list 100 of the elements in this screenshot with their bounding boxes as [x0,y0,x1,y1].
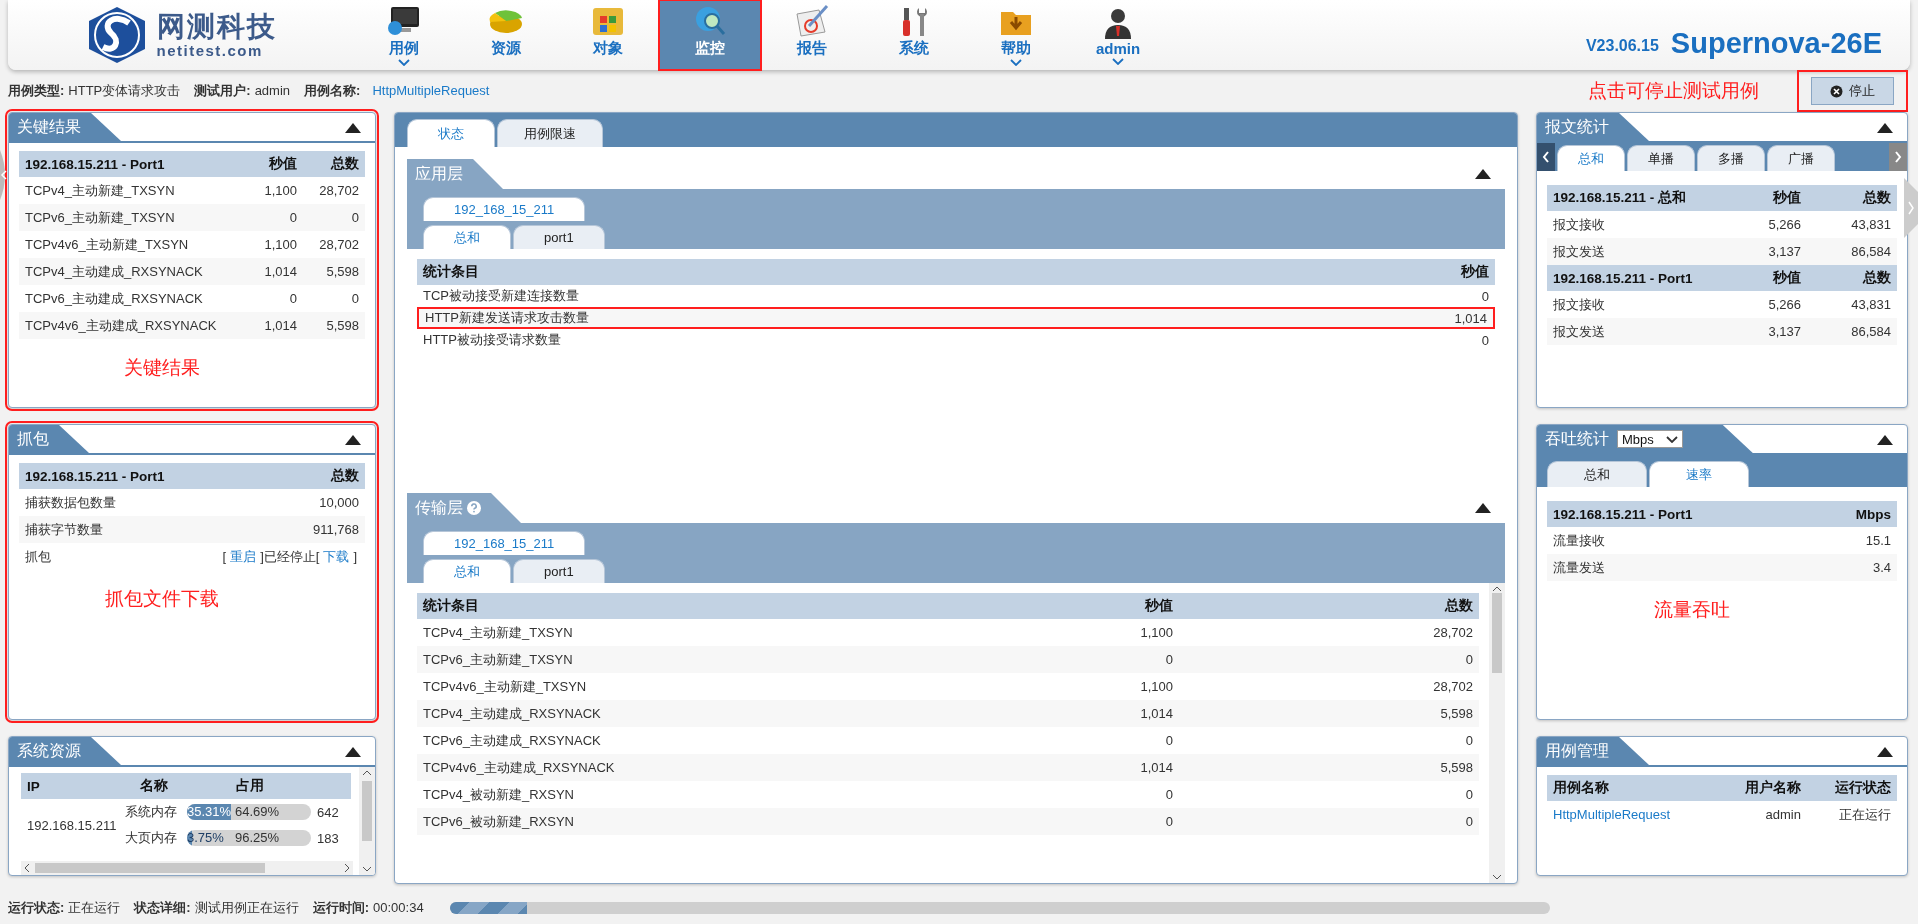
table-cell: 0 [899,808,1179,835]
column-header: 192.168.15.211 - Port1 [1547,265,1717,291]
table-cell: 0 [1179,646,1479,673]
table-cell: TCPv6_主动新建_TXSYN [417,646,899,673]
status-label: 运行状态: [8,900,65,915]
table-cell: 5,598 [1179,754,1479,781]
table-cell: 报文发送 [1547,318,1717,345]
column-header: 用户名称 [1717,775,1807,801]
table-cell-text: 系统内存 [124,803,178,821]
column-header: 192.168.15.211 - 总和 [1547,185,1717,211]
link[interactable]: 重启 [230,547,257,566]
table-cell: HTTP新建发送请求攻击数量 [417,307,1375,329]
table-cell-text: 192.168.15.211 [26,816,118,835]
status-label: 运行时间: [312,900,370,915]
table-cell: TCPv4v6_主动建成_RXSYNACK [417,754,899,781]
table-cell: 0 [303,204,365,231]
column-header: 192.168.15.211 - Port1 [1547,501,1807,527]
nav-item[interactable]: 用例 [353,0,455,70]
table-cell: TCPv4_主动建成_RXSYNACK [417,700,899,727]
nav-item[interactable]: 监控 [659,0,761,70]
column-header: 统计条目 [417,259,1375,285]
annotation-text: 流量吞吐 [1654,598,1730,622]
table-cell: 0 [899,646,1179,673]
panel-title: 报文统计 [1537,113,1649,141]
table-cell: 0 [241,204,303,231]
tab[interactable]: 用例限速 [497,119,603,147]
table-cell: 0 [1179,808,1479,835]
column-header: 统计条目 [417,593,899,619]
tab[interactable]: 192_168_15_211 [423,531,586,555]
logo-name: 网测科技 [156,11,277,42]
stop-button[interactable]: 停止 [1811,77,1894,105]
version: V23.06.15 [1585,36,1659,55]
table-cell: 911,768 [275,516,365,543]
nav-item[interactable]: 报告 [761,0,863,70]
tab[interactable]: 状态 [407,119,495,147]
table-cell: 1,014 [899,700,1179,727]
table-cell: 报文发送 [1547,238,1717,265]
tab[interactable]: 广播 [1767,145,1835,171]
nav-item[interactable]: 对象 [557,0,659,70]
nav-item[interactable]: 帮助 [965,0,1067,70]
column-header: 秒值 [241,151,303,177]
unit-select[interactable]: Mbps [1617,430,1683,448]
table-cell: TCPv4v6_主动建成_RXSYNACK [19,312,241,339]
tab[interactable]: 多播 [1697,145,1765,171]
table-cell: TCPv4_主动建成_RXSYNACK [19,258,241,285]
info-label: 测试用户: [194,83,251,98]
column-header: 名称 [123,773,185,799]
link[interactable]: 下载 [323,547,350,566]
tab[interactable]: 总和 [1547,461,1647,487]
table-cell: 5,598 [303,258,365,285]
table-cell: 1,014 [899,754,1179,781]
panel-title: 用例管理 [1537,737,1649,765]
column-header: 秒值 [899,593,1179,619]
table-cell: 3.4 [1807,554,1897,581]
column-header: IP [21,773,123,799]
tab[interactable]: 总和 [1557,145,1625,171]
column-header: 总数 [1807,185,1897,211]
column-header: 192.168.15.211 - Port1 [19,151,241,177]
tab[interactable]: 总和 [423,225,511,249]
column-header: 秒值 [1717,265,1807,291]
table-cell: 3,137 [1717,318,1807,345]
annotation-text: 点击可停止测试用例 [1588,79,1759,103]
usage-percent: 35.31% [187,804,232,820]
nav-item[interactable]: 系统 [863,0,965,70]
cell-text: ]已经停止[ [260,547,320,566]
section-title: 传输层 [407,493,521,523]
info-label: 用例名称: [304,83,361,98]
table-cell: 流量发送 [1547,554,1807,581]
table-cell: 1,014 [1375,307,1495,329]
nav-item[interactable]: 资源 [455,0,557,70]
column-header: 用例名称 [1547,775,1717,801]
column-header: 总数 [1179,593,1479,619]
tab[interactable]: 速率 [1649,461,1749,487]
table-cell: 1,014 [241,312,303,339]
table-cell: 5,598 [303,312,365,339]
info-value: admin [254,83,291,98]
annotation-text: 关键结果 [124,356,200,380]
link[interactable]: HttpMultipleRequest [372,83,490,98]
column-header: 秒值 [1717,185,1807,211]
info-label: 用例类型: [8,83,65,98]
info-value: HTTP变体请求攻击 [68,83,181,98]
status-value: 正在运行 [68,900,121,915]
nav-item[interactable]: admin [1067,0,1169,70]
panel-title: 系统资源 [9,737,121,765]
table-cell: TCPv6_被动新建_RXSYN [417,808,899,835]
table-cell: 86,584 [1807,238,1897,265]
free-percent: 64.69% [235,804,280,820]
table-cell: TCPv6_主动新建_TXSYN [19,204,241,231]
column-header: Mbps [1807,501,1897,527]
annotation-text: 抓包文件下载 [105,587,219,611]
status-value: 测试用例正在运行 [194,900,299,915]
column-header: 占用 [185,773,315,799]
tab[interactable]: 192_168_15_211 [423,197,586,221]
column-header: 总数 [275,463,365,489]
status-value: 00:00:34 [373,900,424,915]
tab[interactable]: 总和 [423,559,511,583]
tab[interactable]: port1 [513,225,605,249]
status-label: 状态详细: [134,900,191,915]
tab[interactable]: port1 [513,559,605,583]
tab[interactable]: 单播 [1627,145,1695,171]
